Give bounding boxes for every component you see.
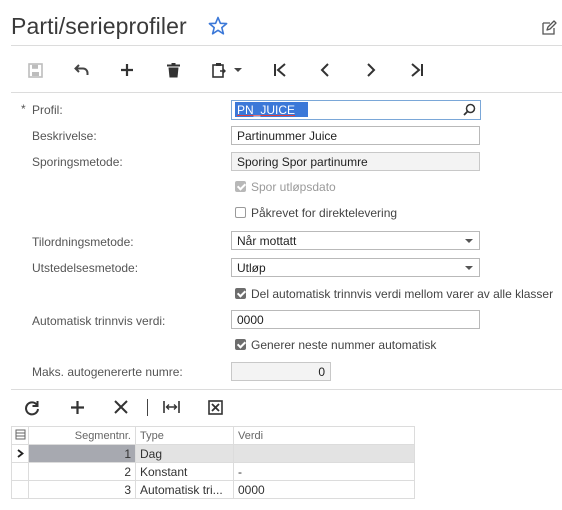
- checkbox-icon: [235, 288, 246, 299]
- chevron-down-icon: [465, 266, 473, 270]
- row-selector-header[interactable]: [11, 426, 29, 445]
- automatisk-trinnvis-input[interactable]: 0000: [231, 310, 480, 329]
- chevron-right-icon: [16, 448, 24, 458]
- cell-verdi[interactable]: -: [233, 462, 415, 481]
- refresh-icon: [25, 401, 39, 416]
- cell-type[interactable]: Konstant: [135, 462, 234, 481]
- del-automatisk-label: Del automatisk trinnvis verdi mellom var…: [251, 287, 554, 301]
- add-button[interactable]: [116, 58, 138, 82]
- chevron-down-icon: [465, 239, 473, 243]
- cell-type[interactable]: Dag: [135, 444, 234, 463]
- page-title: Parti/serieprofiler: [11, 13, 187, 39]
- undo-icon: [74, 64, 89, 75]
- last-record-button[interactable]: [406, 58, 428, 82]
- add-icon: [121, 64, 133, 76]
- toolbar-divider: [11, 92, 562, 93]
- automatisk-trinnvis-label: Automatisk trinnvis verdi:: [32, 314, 166, 328]
- row-options-icon: [15, 429, 25, 439]
- spor-utlopsdato-checkbox: Spor utløpsdato: [235, 180, 336, 194]
- header-divider: [11, 45, 562, 46]
- utstedelsesmetode-label: Utstedelsesmetode:: [32, 261, 139, 275]
- next-record-button[interactable]: [360, 58, 382, 82]
- undo-button[interactable]: [71, 58, 93, 82]
- table-row[interactable]: 2 Konstant -: [11, 462, 415, 481]
- table-row[interactable]: 1 Dag: [11, 444, 415, 463]
- spor-utlopsdato-label: Spor utløpsdato: [251, 180, 336, 194]
- first-record-button[interactable]: [269, 58, 291, 82]
- next-icon: [367, 63, 376, 77]
- fit-columns-button[interactable]: [163, 400, 181, 418]
- tilordningsmetode-select[interactable]: Når mottatt: [231, 231, 480, 250]
- maks-label: Maks. autogenererte numre:: [32, 365, 183, 379]
- cell-verdi[interactable]: [233, 444, 415, 463]
- toolbar-separator: [147, 399, 148, 416]
- row-indicator: [11, 444, 29, 463]
- search-icon[interactable]: [463, 103, 476, 116]
- generer-neste-checkbox[interactable]: Generer neste nummer automatisk: [235, 338, 436, 352]
- star-icon[interactable]: [208, 16, 228, 36]
- profil-label: Profil:: [32, 103, 63, 117]
- previous-record-button[interactable]: [314, 58, 336, 82]
- col-type-header[interactable]: Type: [135, 426, 234, 445]
- cell-segment[interactable]: 2: [28, 462, 136, 481]
- copy-paste-icon: [212, 63, 226, 78]
- delete-button[interactable]: [162, 58, 184, 82]
- checkbox-icon: [235, 181, 246, 192]
- grid-header-row: Segmentnr. Type Verdi: [11, 426, 415, 445]
- col-segment-header[interactable]: Segmentnr.: [28, 426, 136, 445]
- refresh-button[interactable]: [24, 400, 42, 418]
- table-row[interactable]: 3 Automatisk tri... 0000: [11, 480, 415, 499]
- add-icon: [71, 401, 84, 414]
- generer-neste-label: Generer neste nummer automatisk: [251, 338, 437, 352]
- utstedelsesmetode-value: Utløp: [237, 261, 266, 275]
- copy-paste-button[interactable]: [207, 58, 247, 82]
- close-icon: [114, 400, 128, 414]
- profil-input[interactable]: PN_JUICE: [231, 100, 481, 120]
- cell-segment[interactable]: 3: [28, 480, 136, 499]
- row-indicator: [11, 480, 29, 499]
- chevron-down-icon: [234, 68, 242, 72]
- tilordningsmetode-value: Når mottatt: [237, 234, 297, 248]
- edit-icon[interactable]: [540, 19, 558, 37]
- sporingsmetode-field: Sporing Spor partinumre: [231, 152, 480, 171]
- save-icon: [27, 62, 43, 78]
- maks-input[interactable]: 0: [231, 362, 331, 381]
- checkbox-icon: [235, 339, 246, 350]
- pakrevet-label: Påkrevet for direktelevering: [251, 206, 398, 220]
- beskrivelse-input[interactable]: Partinummer Juice: [231, 126, 480, 145]
- del-automatisk-checkbox[interactable]: Del automatisk trinnvis verdi mellom var…: [235, 287, 553, 301]
- row-indicator: [11, 462, 29, 481]
- tilordningsmetode-label: Tilordningsmetode:: [32, 235, 134, 249]
- checkbox-icon: [235, 207, 246, 218]
- beskrivelse-label: Beskrivelse:: [32, 129, 97, 143]
- segment-grid: Segmentnr. Type Verdi 1 Dag 2 Konstant -…: [11, 426, 415, 499]
- pakrevet-checkbox[interactable]: Påkrevet for direktelevering: [235, 206, 397, 220]
- fit-width-icon: [163, 401, 180, 413]
- last-icon: [411, 63, 423, 77]
- save-button[interactable]: [24, 58, 46, 82]
- sporingsmetode-label: Sporingsmetode:: [32, 155, 123, 169]
- delete-icon: [166, 62, 180, 77]
- grid-add-button[interactable]: [70, 400, 88, 418]
- cell-segment[interactable]: 1: [28, 444, 136, 463]
- export-excel-button[interactable]: [208, 400, 226, 418]
- utstedelsesmetode-select[interactable]: Utløp: [231, 258, 480, 277]
- cell-verdi[interactable]: 0000: [233, 480, 415, 499]
- grid-delete-button[interactable]: [114, 400, 132, 418]
- profil-value: PN_JUICE: [237, 103, 296, 117]
- cell-type[interactable]: Automatisk tri...: [135, 480, 234, 499]
- form-divider: [11, 389, 562, 390]
- first-icon: [274, 63, 286, 77]
- required-marker: *: [21, 102, 26, 116]
- previous-icon: [320, 63, 329, 77]
- excel-icon: [208, 400, 223, 415]
- col-verdi-header[interactable]: Verdi: [233, 426, 415, 445]
